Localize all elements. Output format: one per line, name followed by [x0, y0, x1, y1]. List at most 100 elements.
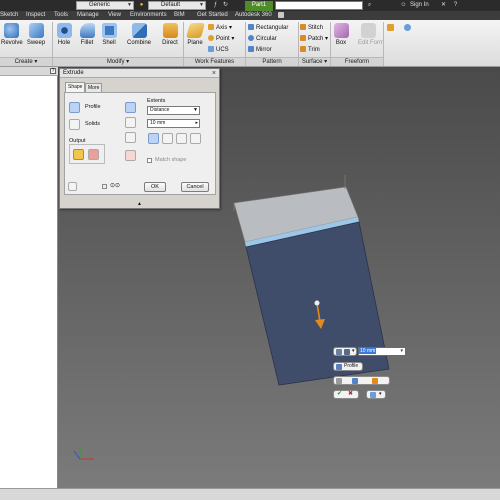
- tab-sketch[interactable]: Sketch: [0, 11, 18, 20]
- appearance-sphere-icon[interactable]: ●: [138, 2, 145, 9]
- panel-create-label: Create: [14, 59, 33, 65]
- combine-icon: [131, 23, 147, 38]
- symmetric-button[interactable]: [176, 133, 187, 144]
- extents-label: Extents: [147, 98, 166, 104]
- close-icon[interactable]: ×: [212, 70, 216, 77]
- point-button[interactable]: Point ▾: [208, 35, 234, 43]
- tab-get-started[interactable]: Get Started: [197, 11, 228, 20]
- tab-autodesk-360[interactable]: Autodesk 360: [235, 11, 272, 20]
- hole-button[interactable]: Hole: [55, 23, 73, 46]
- mini-toolbar-direction[interactable]: ▾: [333, 347, 357, 356]
- fillet-label: Fillet: [80, 40, 94, 46]
- solids-select-button[interactable]: [69, 119, 80, 130]
- ucs-button[interactable]: UCS: [208, 46, 229, 54]
- panel-pattern[interactable]: Pattern: [246, 57, 298, 66]
- tab-environments[interactable]: Environments: [130, 11, 167, 20]
- panel-freeform-label: Freeform: [344, 59, 370, 65]
- mini-more-button[interactable]: ▾: [366, 390, 386, 399]
- appearance-value: Default: [161, 2, 181, 8]
- chevron-down-icon: ▼: [127, 2, 132, 8]
- help-icon[interactable]: [68, 182, 77, 191]
- appearance-select[interactable]: Default ▼: [148, 1, 206, 10]
- profile-select-button[interactable]: [69, 102, 80, 113]
- formula-icon[interactable]: ƒ: [212, 2, 219, 9]
- mirror-icon: [248, 46, 254, 52]
- tab-more[interactable]: More: [85, 83, 103, 92]
- tab-shape[interactable]: Shape: [65, 82, 86, 92]
- cancel-x-icon[interactable]: ✖: [348, 391, 353, 398]
- stitch-icon: [300, 24, 306, 30]
- trim-button[interactable]: Trim: [300, 46, 320, 54]
- settings-icon[interactable]: [404, 24, 411, 31]
- help-icon[interactable]: ?: [452, 2, 459, 9]
- binoculars-icon[interactable]: ⌕: [366, 2, 373, 9]
- patch-button[interactable]: Patch ▾: [300, 35, 328, 43]
- update-icon[interactable]: ↻: [222, 2, 229, 9]
- join-button[interactable]: [125, 102, 136, 113]
- match-shape-checkbox[interactable]: [147, 158, 152, 163]
- extrude-arrow-grip[interactable]: [314, 300, 320, 306]
- exchange-icon[interactable]: ✕: [440, 2, 447, 9]
- material-select[interactable]: Generic ▼: [76, 1, 134, 10]
- ok-button[interactable]: OK: [144, 182, 166, 192]
- box-button[interactable]: Box: [333, 23, 349, 46]
- output-surface-button[interactable]: [88, 149, 99, 160]
- dialog-title: Extrude: [63, 70, 84, 76]
- fillet-button[interactable]: Fillet: [78, 23, 96, 46]
- sweep-button[interactable]: Sweep: [25, 23, 47, 46]
- document-tab[interactable]: Part1: [245, 1, 273, 11]
- dialog-title-bar[interactable]: Extrude ×: [60, 69, 219, 78]
- intersect-button[interactable]: [125, 132, 136, 143]
- revolve-button[interactable]: Revolve: [1, 23, 23, 46]
- rectangular-pattern-button[interactable]: Rectangular: [248, 24, 288, 32]
- mini-profile-button[interactable]: Profile: [333, 362, 363, 371]
- panel-work-features[interactable]: Work Features: [184, 57, 245, 66]
- cut-button[interactable]: [125, 117, 136, 128]
- panel-modify[interactable]: Modify ▾: [53, 57, 183, 66]
- user-icon[interactable]: ☺: [400, 2, 407, 9]
- shell-button[interactable]: Shell: [100, 23, 118, 46]
- sign-in-link[interactable]: Sign In: [410, 2, 429, 8]
- dialog-expand-toggle[interactable]: ▲: [60, 200, 219, 208]
- direction-2-button[interactable]: [162, 133, 173, 144]
- mirror-button[interactable]: Mirror: [248, 46, 272, 54]
- combine-button[interactable]: Combine: [124, 23, 154, 46]
- convert-icon[interactable]: [387, 24, 394, 31]
- mini-ok-cancel[interactable]: ✔ ✖: [333, 390, 359, 399]
- help-search-input[interactable]: [275, 1, 363, 10]
- extents-select[interactable]: Distance ▼: [147, 106, 200, 115]
- mini-toolbar-operations[interactable]: [333, 376, 390, 385]
- plane-button[interactable]: Plane: [185, 23, 205, 46]
- panel-freeform[interactable]: Freeform: [331, 57, 383, 66]
- output-solid-button[interactable]: [73, 149, 84, 160]
- tab-bim[interactable]: BIM: [174, 11, 185, 20]
- tab-tools[interactable]: Tools: [54, 11, 68, 20]
- axis-button[interactable]: Axis ▾: [208, 24, 232, 32]
- tab-view[interactable]: View: [108, 11, 121, 20]
- extrude-dialog: Extrude × Shape More Profile Solids Outp…: [59, 68, 220, 209]
- model-browser[interactable]: ?: [0, 67, 58, 488]
- cancel-button[interactable]: Cancel: [181, 182, 209, 192]
- panel-create[interactable]: Create ▾: [0, 57, 52, 66]
- preview-checkbox[interactable]: [102, 184, 107, 189]
- preview-glasses-icon: ⊙⊙: [110, 183, 121, 189]
- mini-distance-input[interactable]: 10 mm ▾: [358, 347, 406, 356]
- circular-pattern-icon: [248, 35, 254, 41]
- tab-manage[interactable]: Manage: [77, 11, 99, 20]
- stitch-button[interactable]: Stitch: [300, 24, 323, 32]
- direction-1-button[interactable]: [148, 133, 159, 144]
- mini-profile-label: Profile: [344, 363, 359, 369]
- distance-value: 10 mm: [150, 120, 166, 126]
- new-solid-button[interactable]: [125, 150, 136, 161]
- solids-label: Solids: [85, 121, 100, 127]
- panel-surface[interactable]: Surface ▾: [299, 57, 330, 66]
- asymmetric-button[interactable]: [190, 133, 201, 144]
- ok-check-icon[interactable]: ✔: [337, 391, 342, 398]
- direct-button[interactable]: Direct: [160, 23, 180, 46]
- help-icon[interactable]: ?: [50, 68, 56, 74]
- distance-input[interactable]: 10 mm ▸: [147, 119, 200, 128]
- circular-pattern-button[interactable]: Circular: [248, 35, 277, 43]
- tab-inspect[interactable]: Inspect: [26, 11, 45, 20]
- ribbon-options-icon[interactable]: [278, 12, 284, 18]
- edit-form-button[interactable]: Edit Form: [358, 23, 384, 46]
